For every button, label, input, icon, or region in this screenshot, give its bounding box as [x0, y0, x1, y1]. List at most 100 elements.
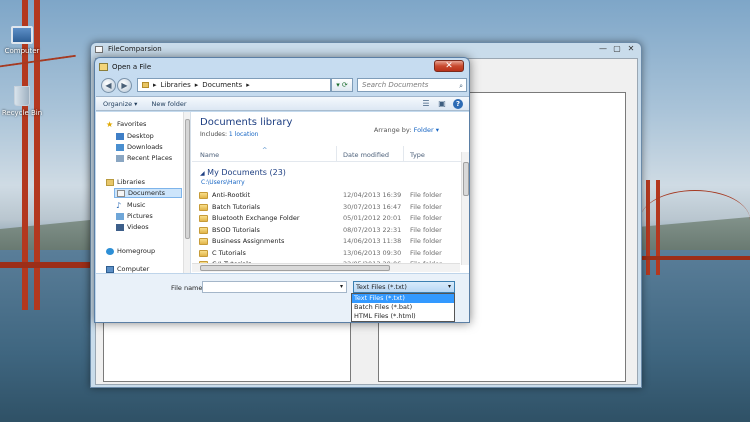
organize-button[interactable]: Organize ▾ [96, 100, 144, 108]
desktop-icon [116, 132, 124, 140]
command-toolbar: Organize ▾ New folder ☰ ▣ ? [96, 96, 469, 111]
navigation-bar: ◀ ▶ ▸ Libraries ▸ Documents ▸ ▾ ⟳ Search… [99, 77, 467, 95]
file-list-horizontal-scrollbar[interactable] [192, 263, 460, 272]
nav-desktop[interactable]: Desktop [116, 131, 154, 141]
file-list-vertical-scrollbar[interactable] [461, 152, 469, 265]
desktop-icon-label: Recycle Bin [1, 109, 43, 117]
group-header[interactable]: ◢ My Documents (23) [200, 168, 286, 177]
folder-icon [142, 82, 149, 88]
view-options-icon[interactable]: ☰ [421, 99, 431, 109]
breadcrumb-separator-icon: ▸ [194, 81, 199, 89]
minimize-button[interactable]: — [597, 44, 609, 54]
arrange-by: Arrange by: Folder ▾ [374, 126, 439, 134]
file-name: Bluetooth Exchange Folder [212, 214, 300, 222]
file-list-scroll-thumb[interactable] [463, 162, 469, 196]
column-header-type[interactable]: Type [410, 151, 425, 159]
preview-pane-icon[interactable]: ▣ [437, 99, 447, 109]
library-title: Documents library [200, 117, 293, 128]
includes-location-link[interactable]: 1 location [229, 131, 259, 138]
table-row[interactable]: Batch Tutorials 30/07/2013 16:47 File fo… [192, 202, 462, 213]
back-button[interactable]: ◀ [101, 78, 116, 93]
address-bar[interactable]: ▸ Libraries ▸ Documents ▸ [137, 78, 331, 92]
nav-libraries-label: Libraries [117, 178, 146, 186]
search-placeholder: Search Documents [362, 81, 429, 89]
desktop-icon-recycle-bin[interactable]: Recycle Bin [0, 86, 44, 117]
file-name-input[interactable]: ▾ [202, 281, 347, 293]
column-header-name[interactable]: Name [200, 151, 219, 159]
search-input[interactable]: Search Documents ⌕ [357, 78, 467, 92]
breadcrumb-documents[interactable]: Documents [202, 79, 242, 91]
file-list-pane: Documents library Includes: 1 location A… [192, 112, 469, 273]
dialog-close-button[interactable]: ✕ [434, 60, 464, 72]
nav-pictures-label: Pictures [127, 212, 153, 220]
file-name: C Tutorials [212, 248, 246, 257]
window-title: FileComparsion [108, 45, 162, 53]
sort-arrow-icon: ^ [262, 146, 268, 154]
breadcrumb-separator-icon: ▸ [153, 81, 157, 89]
refresh-button[interactable]: ▾ ⟳ [331, 78, 353, 92]
dialog-body: ★ Favorites Desktop Downloads Recent Pla… [96, 112, 469, 273]
music-icon: ♪ [116, 200, 122, 210]
computer-icon [11, 26, 33, 44]
nav-libraries[interactable]: Libraries [106, 177, 145, 187]
file-type-select[interactable]: Text Files (*.txt) ▾ [353, 281, 455, 293]
table-row[interactable]: Bluetooth Exchange Folder 05/01/2012 20:… [192, 213, 462, 224]
nav-pane-scrollbar[interactable] [183, 112, 190, 273]
table-row[interactable]: BSOD Tutorials 08/07/2013 22:31 File fol… [192, 225, 462, 236]
nav-pane-scroll-thumb[interactable] [185, 119, 190, 239]
nav-music[interactable]: ♪ Music [116, 200, 146, 210]
nav-favorites[interactable]: ★ Favorites [106, 119, 146, 129]
file-type-option-html[interactable]: HTML Files (*.html) [352, 312, 454, 321]
file-type: File folder [410, 225, 442, 234]
arrange-by-dropdown[interactable]: Folder ▾ [414, 126, 439, 134]
group-collapse-icon: ◢ [200, 170, 205, 177]
forward-button[interactable]: ▶ [117, 78, 132, 93]
arrange-label: Arrange by: [373, 126, 412, 134]
file-name: BSOD Tutorials [212, 225, 260, 234]
group-path: C:\Users\Harry [201, 179, 245, 186]
file-name: Batch Tutorials [212, 202, 261, 211]
bridge-cable-right [640, 190, 750, 250]
nav-homegroup-label: Homegroup [117, 247, 156, 255]
window-title-bar[interactable]: FileComparsion — ▢ ✕ [91, 43, 641, 56]
videos-icon [116, 223, 124, 231]
table-row[interactable]: C Tutorials 13/06/2013 09:30 File folder [192, 248, 462, 259]
includes-label: Includes: [200, 131, 227, 138]
desktop-icon-label: Computer [4, 47, 40, 55]
folder-icon [199, 192, 208, 199]
pictures-icon [116, 212, 124, 220]
library-includes: Includes: 1 location [200, 131, 258, 138]
nav-downloads[interactable]: Downloads [116, 142, 163, 152]
search-icon[interactable]: ⌕ [459, 80, 463, 92]
chevron-down-icon[interactable]: ▾ [340, 283, 343, 290]
nav-homegroup[interactable]: Homegroup [106, 246, 155, 256]
horizontal-scroll-thumb[interactable] [200, 265, 390, 271]
file-name: Anti-Rootkit [212, 191, 251, 199]
file-name: Business Assignments [212, 237, 285, 245]
table-row[interactable]: Business Assignments 14/06/2013 11:38 Fi… [192, 236, 462, 247]
table-row[interactable]: Anti-Rootkit 12/04/2013 16:39 File folde… [192, 190, 462, 201]
nav-recent-places[interactable]: Recent Places [116, 153, 172, 163]
dialog-title-bar[interactable]: Open a File ✕ [95, 58, 469, 76]
nav-music-label: Music [127, 201, 146, 209]
maximize-button[interactable]: ▢ [611, 44, 623, 54]
nav-pictures[interactable]: Pictures [116, 211, 153, 221]
close-button[interactable]: ✕ [625, 44, 637, 54]
desktop-icon-computer[interactable]: Computer [0, 26, 44, 55]
new-folder-button[interactable]: New folder [144, 100, 193, 108]
nav-videos[interactable]: Videos [116, 222, 149, 232]
column-header-date[interactable]: Date modified [343, 151, 389, 159]
nav-computer[interactable]: Computer [106, 264, 149, 274]
dialog-icon [99, 63, 108, 71]
nav-documents[interactable]: Documents [114, 188, 182, 198]
libraries-icon [106, 178, 114, 186]
file-type: File folder [410, 237, 442, 245]
breadcrumb-libraries[interactable]: Libraries [161, 79, 191, 91]
app-icon [95, 46, 103, 53]
help-icon[interactable]: ? [453, 99, 463, 109]
file-type-option-bat[interactable]: Batch Files (*.bat) [352, 303, 454, 312]
open-file-dialog: Open a File ✕ ◀ ▶ ▸ Libraries ▸ Document… [94, 57, 470, 323]
file-name-label: File name: [171, 284, 205, 292]
file-type-selected: Text Files (*.txt) [356, 283, 407, 291]
file-type-option-txt[interactable]: Text Files (*.txt) [352, 294, 454, 303]
